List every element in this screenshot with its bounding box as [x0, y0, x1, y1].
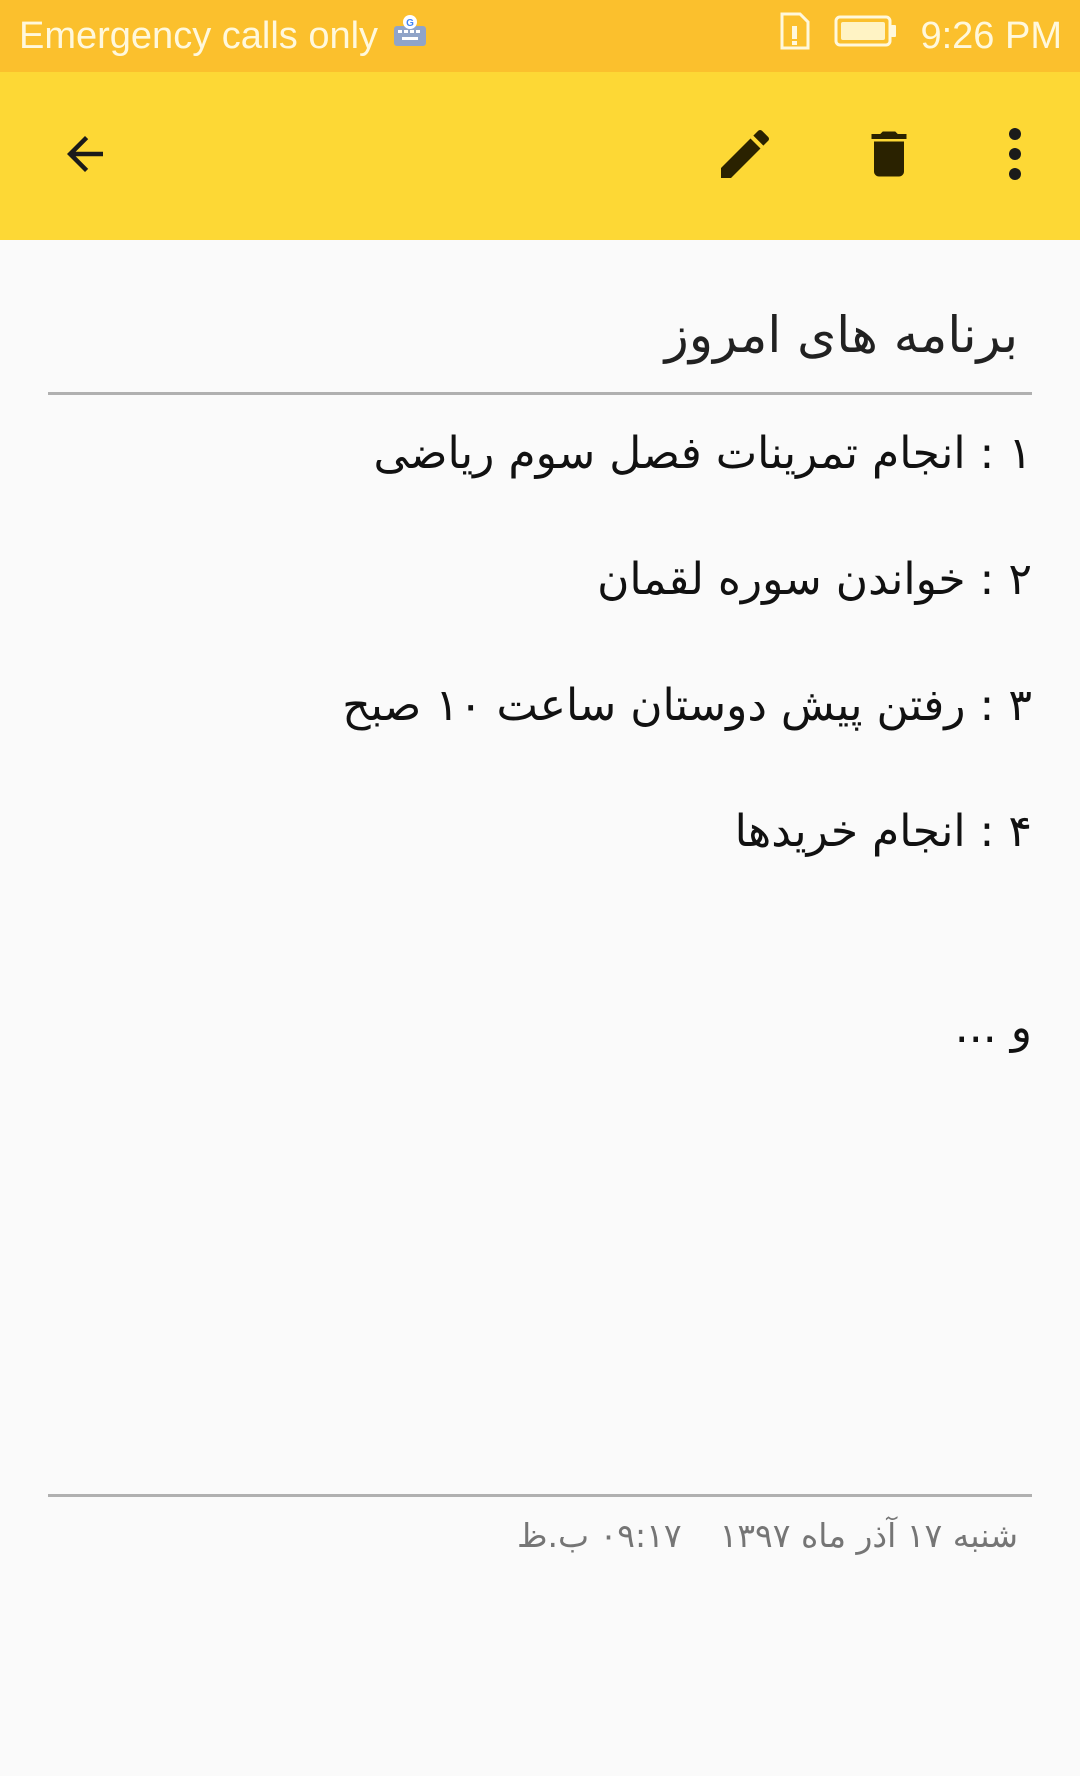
- status-bar: Emergency calls only G 9:26 PM: [0, 0, 1080, 72]
- edit-pencil-icon: [713, 122, 777, 190]
- note-timestamp: شنبه ۱۷ آذر ماه ۱۳۹۷ ۰۹:۱۷ ب.ظ: [517, 1516, 1018, 1555]
- note-time: ۰۹:۱۷ ب.ظ: [516, 1516, 682, 1555]
- note-line-4[interactable]: ۴ : انجام خریدها: [735, 806, 1032, 857]
- note-date: شنبه ۱۷ آذر ماه ۱۳۹۷: [719, 1516, 1018, 1555]
- title-divider: [48, 392, 1032, 395]
- sim-alert-icon: [778, 12, 812, 60]
- more-options-button[interactable]: [960, 72, 1070, 240]
- back-button[interactable]: [30, 72, 140, 240]
- footer-divider: [48, 1494, 1032, 1497]
- status-left: Emergency calls only G: [19, 0, 428, 72]
- status-time: 9:26 PM: [920, 14, 1062, 57]
- note-line-3[interactable]: ۳ : رفتن پیش دوستان ساعت ۱۰ صبح: [342, 680, 1032, 731]
- back-arrow-icon: [58, 127, 112, 185]
- delete-button[interactable]: [834, 72, 944, 240]
- delete-trash-icon: [859, 122, 919, 190]
- note-line-2[interactable]: ۲ : خواندن سوره لقمان: [597, 554, 1032, 605]
- more-vert-icon: [1005, 126, 1025, 186]
- svg-text:G: G: [406, 18, 414, 29]
- edit-button[interactable]: [690, 72, 800, 240]
- note-title[interactable]: برنامه های امروز: [665, 306, 1018, 364]
- keyboard-icon: G: [392, 14, 428, 58]
- toolbar: [0, 72, 1080, 240]
- note-line-1[interactable]: ۱ : انجام تمرینات فصل سوم ریاضی: [373, 428, 1032, 479]
- note-line-5[interactable]: و ...: [955, 1002, 1032, 1053]
- carrier-text: Emergency calls only: [19, 14, 379, 57]
- battery-icon: [834, 14, 898, 58]
- status-right: 9:26 PM: [778, 0, 1062, 72]
